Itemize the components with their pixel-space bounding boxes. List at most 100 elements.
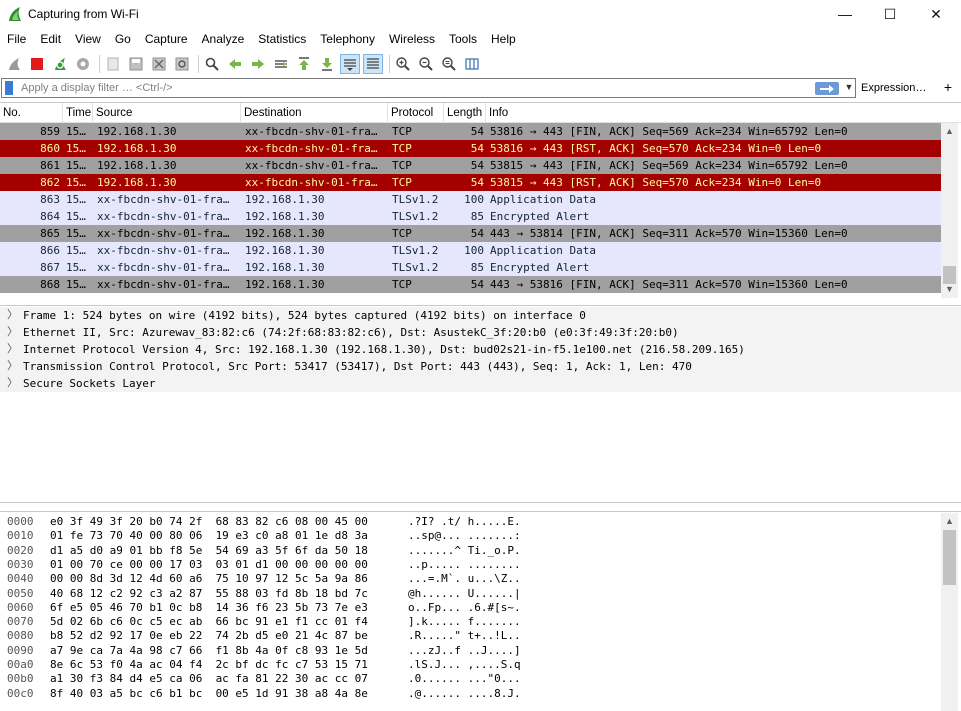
menu-go[interactable]: Go [108, 29, 138, 50]
restart-capture-icon[interactable] [50, 54, 70, 74]
colorize-icon[interactable] [363, 54, 383, 74]
expand-arrow-icon[interactable]: 〉 [7, 358, 18, 375]
byte-ascii-values[interactable]: .lS.J... ,....S.q [408, 658, 521, 671]
expand-arrow-icon[interactable]: 〉 [7, 375, 18, 392]
add-filter-button[interactable]: + [941, 79, 955, 95]
byte-ascii-values[interactable]: ..sp@... .......: [408, 529, 521, 542]
display-filter-input[interactable] [21, 81, 801, 95]
byte-offset[interactable]: 0090 [7, 644, 34, 657]
byte-ascii-values[interactable]: .?I? .t/ h.....E. [408, 515, 521, 528]
tree-item-frame[interactable]: 〉 Frame 1: 524 bytes on wire (4192 bits)… [0, 307, 961, 324]
byte-hex-values[interactable]: d1 a5 d0 a9 01 bb f8 5e 54 69 a3 5f 6f d… [50, 544, 368, 557]
packet-row[interactable]: 859 15… 192.168.1.30 xx-fbcdn-shv-01-fra… TC… [0, 123, 941, 140]
packet-row[interactable]: 862 15… 192.168.1.30 xx-fbcdn-shv-01-fra… TC… [0, 174, 941, 191]
packet-row[interactable]: 860 15… 192.168.1.30 xx-fbcdn-shv-01-fra… TC… [0, 140, 941, 157]
byte-offset[interactable]: 00a0 [7, 658, 34, 671]
byte-offset[interactable]: 0000 [7, 515, 34, 528]
byte-offset[interactable]: 0020 [7, 544, 34, 557]
byte-hex-values[interactable]: 8f 40 03 a5 bc c6 b1 bc 00 e5 1d 91 38 a… [50, 687, 368, 700]
column-header-info[interactable]: Info [486, 103, 941, 123]
byte-offset[interactable]: 00b0 [7, 672, 34, 685]
column-header-time[interactable]: Time [63, 103, 93, 123]
go-first-icon[interactable] [294, 54, 314, 74]
menu-analyze[interactable]: Analyze [195, 29, 252, 50]
open-file-icon[interactable] [103, 54, 123, 74]
byte-hex-values[interactable]: 00 00 8d 3d 12 4d 60 a6 75 10 97 12 5c 5… [50, 572, 368, 585]
byte-ascii-values[interactable]: ..p..... ........ [408, 558, 521, 571]
menu-telephony[interactable]: Telephony [313, 29, 382, 50]
find-packet-icon[interactable] [202, 54, 222, 74]
maximize-button[interactable]: ☐ [867, 0, 913, 28]
byte-hex-values[interactable]: 01 00 70 ce 00 00 17 03 03 01 d1 00 00 0… [50, 558, 368, 571]
packet-list-scrollbar[interactable]: ▲ ▼ [941, 123, 958, 298]
reload-file-icon[interactable] [172, 54, 192, 74]
byte-offset[interactable]: 0040 [7, 572, 34, 585]
tree-item-ethernet[interactable]: 〉 Ethernet II, Src: Azurewav_83:82:c6 (7… [0, 324, 961, 341]
tree-item-ipv4[interactable]: 〉 Internet Protocol Version 4, Src: 192.… [0, 341, 961, 358]
byte-offset[interactable]: 0070 [7, 615, 34, 628]
capture-options-icon[interactable] [73, 54, 93, 74]
menu-capture[interactable]: Capture [138, 29, 195, 50]
filter-history-dropdown-icon[interactable]: ▼ [844, 82, 854, 94]
byte-ascii-values[interactable]: @h...... U......| [408, 587, 521, 600]
menu-file[interactable]: File [0, 29, 33, 50]
expand-arrow-icon[interactable]: 〉 [7, 341, 18, 358]
minimize-button[interactable]: — [822, 0, 868, 28]
resize-columns-icon[interactable] [462, 54, 482, 74]
apply-filter-arrow-icon[interactable] [815, 82, 839, 95]
packet-row[interactable]: 868 15… xx-fbcdn-shv-01-fra… 192.168.1.30 TC… [0, 276, 941, 293]
byte-offset[interactable]: 0080 [7, 629, 34, 642]
close-file-icon[interactable] [149, 54, 169, 74]
byte-offset[interactable]: 0030 [7, 558, 34, 571]
packet-row[interactable]: 866 15… xx-fbcdn-shv-01-fra… 192.168.1.30 TL… [0, 242, 941, 259]
byte-hex-values[interactable]: 8e 6c 53 f0 4a ac 04 f4 2c bf dc fc c7 5… [50, 658, 368, 671]
byte-hex-values[interactable]: 01 fe 73 70 40 00 80 06 19 e3 c0 a8 01 1… [50, 529, 368, 542]
bytes-scrollbar[interactable]: ▲ [941, 513, 958, 711]
packet-row[interactable]: 863 15… xx-fbcdn-shv-01-fra… 192.168.1.30 TL… [0, 191, 941, 208]
byte-hex-values[interactable]: a7 9e ca 7a 4a 98 c7 66 f1 8b 4a 0f c8 9… [50, 644, 368, 657]
start-capture-icon[interactable] [4, 54, 24, 74]
expand-arrow-icon[interactable]: 〉 [7, 324, 18, 341]
tree-item-ssl[interactable]: 〉 Secure Sockets Layer [0, 375, 961, 392]
menu-help[interactable]: Help [484, 29, 523, 50]
byte-ascii-values[interactable]: .......^ Ti._o.P. [408, 544, 521, 557]
byte-ascii-values[interactable]: .0...... ..."0... [408, 672, 521, 685]
byte-ascii-values[interactable]: ...zJ..f ..J....] [408, 644, 521, 657]
packet-row[interactable]: 864 15… xx-fbcdn-shv-01-fra… 192.168.1.30 TL… [0, 208, 941, 225]
byte-ascii-values[interactable]: o..Fp... .6.#[s~. [408, 601, 521, 614]
packet-row[interactable]: 867 15… xx-fbcdn-shv-01-fra… 192.168.1.30 TL… [0, 259, 941, 276]
scrollbar-thumb[interactable] [943, 530, 956, 585]
autoscroll-icon[interactable] [340, 54, 360, 74]
byte-offset[interactable]: 00c0 [7, 687, 34, 700]
byte-hex-values[interactable]: 5d 02 6b c6 0c c5 ec ab 66 bc 91 e1 f1 c… [50, 615, 368, 628]
byte-offset[interactable]: 0050 [7, 587, 34, 600]
column-header-length[interactable]: Length [444, 103, 486, 123]
byte-ascii-values[interactable]: .R....." t+..!L.. [408, 629, 521, 642]
zoom-out-icon[interactable] [416, 54, 436, 74]
stop-capture-icon[interactable] [27, 54, 47, 74]
go-forward-icon[interactable] [248, 54, 268, 74]
close-button[interactable]: ✕ [913, 0, 959, 28]
menu-edit[interactable]: Edit [33, 29, 68, 50]
zoom-normal-icon[interactable] [439, 54, 459, 74]
go-last-icon[interactable] [317, 54, 337, 74]
menu-tools[interactable]: Tools [442, 29, 484, 50]
scroll-up-icon[interactable]: ▲ [941, 513, 958, 530]
byte-offset[interactable]: 0060 [7, 601, 34, 614]
menu-wireless[interactable]: Wireless [382, 29, 442, 50]
expression-button[interactable]: Expression… [861, 79, 926, 97]
scroll-down-icon[interactable]: ▼ [941, 281, 958, 298]
menu-view[interactable]: View [68, 29, 108, 50]
column-header-destination[interactable]: Destination [241, 103, 388, 123]
expand-arrow-icon[interactable]: 〉 [7, 307, 18, 324]
go-back-icon[interactable] [225, 54, 245, 74]
zoom-in-icon[interactable] [393, 54, 413, 74]
byte-ascii-values[interactable]: ].k..... f....... [408, 615, 521, 628]
byte-hex-values[interactable]: 6f e5 05 46 70 b1 0c b8 14 36 f6 23 5b 7… [50, 601, 368, 614]
bookmark-icon[interactable] [5, 81, 13, 95]
byte-ascii-values[interactable]: .@...... ....8.J. [408, 687, 521, 700]
tree-item-tcp[interactable]: 〉 Transmission Control Protocol, Src Por… [0, 358, 961, 375]
column-header-no[interactable]: No. [0, 103, 63, 123]
packet-row[interactable]: 861 15… 192.168.1.30 xx-fbcdn-shv-01-fra… TC… [0, 157, 941, 174]
menu-statistics[interactable]: Statistics [251, 29, 313, 50]
